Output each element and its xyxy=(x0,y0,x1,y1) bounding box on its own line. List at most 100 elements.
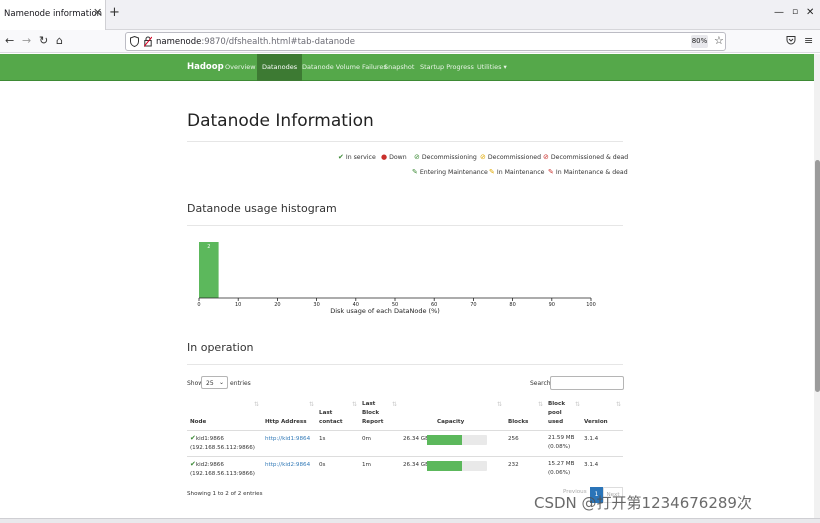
table-divider xyxy=(187,456,623,457)
sort-icon[interactable]: ⇅ xyxy=(575,401,580,408)
sort-icon[interactable]: ⇅ xyxy=(616,401,621,408)
legend-decommissioning: ⊘ Decommissioning xyxy=(414,153,477,161)
sort-icon[interactable]: ⇅ xyxy=(309,401,314,408)
block-pool-used: 21.59 MB (0.08%) xyxy=(548,435,575,450)
legend-in-maintenance: ✎ In Maintenance xyxy=(489,168,545,176)
nav-utilities[interactable]: Utilities ▾ xyxy=(477,54,507,81)
legend-down: ● Down xyxy=(381,153,407,161)
shield-icon[interactable] xyxy=(130,36,139,47)
legend-in-service: ✔ In service xyxy=(338,153,376,161)
col-blocks[interactable]: Blocks xyxy=(508,418,528,427)
pocket-icon[interactable] xyxy=(786,35,796,46)
insecure-lock-icon[interactable] xyxy=(144,36,152,47)
sort-icon[interactable]: ⇅ xyxy=(352,401,357,408)
sort-icon[interactable]: ⇅ xyxy=(538,401,543,408)
reload-icon[interactable]: ↻ xyxy=(39,35,48,46)
table-row-node: ✔kid1:9866 (192.168.56.112:9866) xyxy=(190,434,255,451)
version: 3.1.4 xyxy=(584,462,599,468)
divider xyxy=(187,364,623,365)
minimize-icon[interactable]: — xyxy=(774,8,784,18)
sort-icon[interactable]: ⇅ xyxy=(254,401,259,408)
page-title: Datanode Information xyxy=(187,111,374,131)
nav-volume-failures[interactable]: Datanode Volume Failures xyxy=(302,54,387,81)
forward-icon[interactable]: → xyxy=(22,35,31,46)
menu-icon[interactable]: ≡ xyxy=(804,35,813,46)
page-size-select[interactable]: 25 ⌄ xyxy=(201,376,228,389)
decommissioned-dead-icon: ⊘ xyxy=(543,153,549,161)
histogram-heading: Datanode usage histogram xyxy=(187,202,337,215)
histogram-bar-label: 2 xyxy=(207,244,210,250)
decommissioned-icon: ⊘ xyxy=(480,153,486,161)
nav-startup-progress[interactable]: Startup Progress xyxy=(420,54,474,81)
last-contact: 0s xyxy=(319,462,326,468)
tab-title: Namenode information xyxy=(4,9,103,19)
hadoop-navbar: Hadoop Overview Datanodes Datanode Volum… xyxy=(0,54,814,81)
divider xyxy=(187,141,623,142)
browser-tab-bar: Namenode information ✕ + — ▫ ✕ xyxy=(0,0,820,30)
col-last-block-report[interactable]: Last Block Report xyxy=(362,400,383,427)
col-capacity[interactable]: Capacity xyxy=(437,418,464,427)
chevron-down-icon: ⌄ xyxy=(218,379,224,386)
x-tick-label: 70 xyxy=(470,302,476,308)
nav-overview[interactable]: Overview xyxy=(225,54,256,81)
search-input[interactable] xyxy=(550,376,624,390)
tab-close-icon[interactable]: ✕ xyxy=(93,7,102,18)
url-path: :9870/dfshealth.html#tab-datanode xyxy=(201,37,355,47)
maximize-icon[interactable]: ▫ xyxy=(792,8,798,17)
x-tick-label: 0 xyxy=(197,302,200,308)
browser-toolbar: ← → ↻ ⌂ namenode:9870/dfshealth.html#tab… xyxy=(0,30,820,53)
blocks: 256 xyxy=(508,436,519,442)
down-icon: ● xyxy=(381,153,388,161)
wrench-icon: ✎ xyxy=(489,168,495,176)
col-last-contact[interactable]: Last contact xyxy=(319,409,343,427)
divider xyxy=(187,225,623,226)
close-window-icon[interactable]: ✕ xyxy=(806,8,814,18)
sort-icon[interactable]: ⇅ xyxy=(392,401,397,408)
url-bar[interactable]: namenode:9870/dfshealth.html#tab-datanod… xyxy=(125,32,726,51)
last-block-report: 1m xyxy=(362,462,372,468)
bookmark-star-icon[interactable]: ☆ xyxy=(714,35,724,46)
capacity-bar xyxy=(427,461,487,471)
new-tab-button[interactable]: + xyxy=(109,6,120,19)
x-tick-label: 80 xyxy=(509,302,515,308)
http-address-link[interactable]: http://kid2:9864 xyxy=(265,461,310,470)
brand-logo[interactable]: Hadoop xyxy=(187,62,224,72)
url-host: namenode xyxy=(156,37,202,47)
legend-in-maintenance-dead: ✎ In Maintenance & dead xyxy=(548,168,628,176)
col-node[interactable]: Node xyxy=(190,418,206,427)
url-text: namenode:9870/dfshealth.html#tab-datanod… xyxy=(156,37,355,47)
last-contact: 1s xyxy=(319,436,326,442)
http-address-link[interactable]: http://kid1:9864 xyxy=(265,435,310,444)
table-divider xyxy=(187,430,623,431)
browser-tab[interactable]: Namenode information ✕ xyxy=(0,0,106,30)
home-icon[interactable]: ⌂ xyxy=(56,35,63,46)
x-tick-label: 20 xyxy=(274,302,280,308)
capacity-bar-fill xyxy=(427,461,462,471)
wrench-icon: ✎ xyxy=(412,168,418,176)
legend-entering-maintenance: ✎ Entering Maintenance xyxy=(412,168,488,176)
scrollbar-thumb[interactable] xyxy=(815,160,820,392)
legend-decommissioned-dead: ⊘ Decommissioned & dead xyxy=(543,153,629,161)
col-block-pool-used[interactable]: Block pool used xyxy=(548,400,565,427)
histogram-bar xyxy=(199,242,219,298)
nav-snapshot[interactable]: Snapshot xyxy=(384,54,414,81)
usage-histogram: 2 0 10 20 30 40 50 60 70 80 90 100 Disk usage of e… xyxy=(197,242,596,315)
back-icon[interactable]: ← xyxy=(5,35,14,46)
legend-decommissioned: ⊘ Decommissioned xyxy=(480,153,542,161)
x-tick-label: 100 xyxy=(586,302,596,308)
entries-label: entries xyxy=(230,380,251,387)
capacity: 26.34 GB xyxy=(403,462,429,468)
watermark: CSDN @打开第1234676289次 xyxy=(534,494,752,512)
capacity-bar-fill xyxy=(427,435,462,445)
col-http-address[interactable]: Http Address xyxy=(265,418,307,427)
operation-heading: In operation xyxy=(187,341,254,354)
x-tick-label: 10 xyxy=(235,302,241,308)
version: 3.1.4 xyxy=(584,436,599,442)
col-version[interactable]: Version xyxy=(584,418,608,427)
sort-icon[interactable]: ⇅ xyxy=(497,401,502,408)
x-tick-label: 30 xyxy=(313,302,319,308)
block-pool-used: 15.27 MB (0.06%) xyxy=(548,461,575,476)
status-bar xyxy=(0,518,820,523)
zoom-level[interactable]: 80% xyxy=(691,35,708,48)
nav-datanodes[interactable]: Datanodes xyxy=(257,54,303,81)
